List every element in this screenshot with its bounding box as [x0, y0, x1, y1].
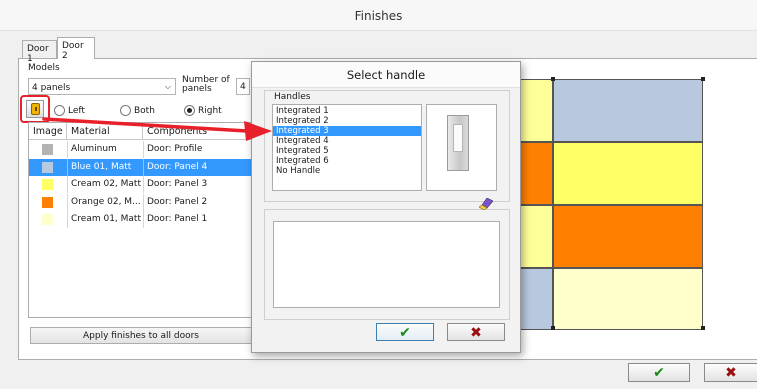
preview-corner-handle — [701, 326, 705, 330]
table-header: Image Material Components — [29, 123, 251, 140]
tab-door-2[interactable]: Door 2 — [57, 37, 95, 61]
material-cell: Blue 01, Matt — [71, 161, 132, 172]
apply-finishes-button[interactable]: Apply finishes to all doors — [30, 327, 252, 344]
component-cell: Door: Profile — [147, 144, 203, 154]
dialog-title: Select handle — [252, 62, 520, 88]
handle-list-item[interactable]: Integrated 4 — [273, 136, 421, 146]
handle-list[interactable]: Integrated 1 Integrated 2 Integrated 3 Inte… — [272, 104, 422, 191]
table-row[interactable]: Blue 01, Matt Door: Panel 4 — [29, 158, 251, 176]
material-cell: Cream 02, Matt — [71, 179, 141, 189]
material-swatch — [42, 144, 53, 155]
preview-panel-3[interactable] — [553, 142, 703, 205]
column-header-image[interactable]: Image — [29, 123, 67, 140]
handle-list-item[interactable]: Integrated 1 — [273, 106, 421, 116]
handle-image — [447, 115, 469, 171]
select-handle-dialog: Select handle Handles Integrated 1 Integr… — [251, 61, 521, 353]
handles-group-label: Handles — [273, 92, 312, 102]
radio-right-label: Right — [198, 106, 222, 116]
check-icon: ✔ — [399, 325, 411, 341]
component-cell: Door: Panel 2 — [147, 196, 208, 207]
models-label: Models — [28, 63, 60, 73]
material-cell: Cream 01, Matt — [71, 214, 141, 224]
column-header-components[interactable]: Components — [143, 123, 251, 140]
preview-corner-handle — [701, 77, 705, 81]
radio-left-label: Left — [68, 106, 85, 116]
preview-left-panel-1[interactable] — [520, 79, 553, 142]
table-row[interactable]: Orange 02, M... Door: Panel 2 — [29, 193, 251, 211]
window-titlebar: Finishes — [0, 0, 757, 31]
material-swatch — [42, 214, 53, 225]
handle-notes-box[interactable] — [273, 221, 500, 308]
models-selected-value: 4 panels — [32, 83, 71, 93]
material-swatch — [42, 161, 53, 173]
finishes-table: Image Material Components Aluminum Door: … — [28, 122, 252, 318]
eraser-icon[interactable] — [479, 198, 493, 210]
preview-left-panel-3[interactable] — [520, 205, 553, 268]
preview-corner-handle — [551, 326, 555, 330]
table-row[interactable]: Cream 02, Matt Door: Panel 3 — [29, 176, 251, 193]
handle-list-item[interactable]: Integrated 6 — [273, 156, 421, 166]
door-preview — [520, 77, 705, 330]
material-swatch — [42, 179, 53, 190]
dialog-ok-button[interactable]: ✔ — [376, 323, 434, 341]
close-icon: ✖ — [470, 325, 482, 341]
table-row[interactable]: Cream 01, Matt Door: Panel 1 — [29, 211, 251, 228]
material-cell: Aluminum — [71, 144, 117, 154]
preview-corner-handle — [551, 77, 555, 81]
window-title: Finishes — [354, 9, 403, 23]
handle-list-item[interactable]: Integrated 2 — [273, 116, 421, 126]
preview-panel-2[interactable] — [553, 205, 703, 268]
models-select[interactable]: 4 panels ⌵ — [28, 78, 176, 95]
number-of-panels-input[interactable]: 4 — [236, 78, 250, 95]
component-cell: Door: Panel 1 — [147, 214, 208, 224]
preview-panel-1[interactable] — [553, 268, 703, 330]
handle-preview — [426, 104, 497, 191]
material-cell: Orange 02, M... — [71, 196, 141, 207]
radio-both-label: Both — [134, 106, 155, 116]
radio-left[interactable] — [54, 105, 65, 116]
dialog-cancel-button[interactable]: ✖ — [447, 323, 505, 341]
preview-left-panel-2[interactable] — [520, 142, 553, 205]
column-header-material[interactable]: Material — [67, 123, 143, 140]
component-cell: Door: Panel 3 — [147, 179, 208, 189]
number-of-panels-label: Number of panels — [182, 75, 230, 94]
material-swatch — [42, 196, 53, 208]
component-cell: Door: Panel 4 — [147, 161, 208, 172]
radio-both[interactable] — [120, 105, 131, 116]
chevron-down-icon: ⌵ — [164, 82, 171, 91]
tab-door-1[interactable]: Door 1 — [22, 40, 57, 64]
preview-left-panel-4[interactable] — [520, 268, 553, 330]
annotation-highlight-box — [20, 95, 50, 123]
handle-list-item[interactable]: No Handle — [273, 166, 421, 176]
check-icon: ✔ — [653, 365, 665, 381]
cancel-button[interactable]: ✖ — [704, 363, 757, 382]
close-icon: ✖ — [725, 365, 737, 381]
ok-button[interactable]: ✔ — [628, 363, 690, 382]
handle-list-item[interactable]: Integrated 3 — [273, 126, 421, 136]
preview-panel-4[interactable] — [553, 79, 703, 142]
handle-list-item[interactable]: Integrated 5 — [273, 146, 421, 156]
table-row[interactable]: Aluminum Door: Profile — [29, 141, 251, 158]
radio-right[interactable] — [184, 105, 195, 116]
